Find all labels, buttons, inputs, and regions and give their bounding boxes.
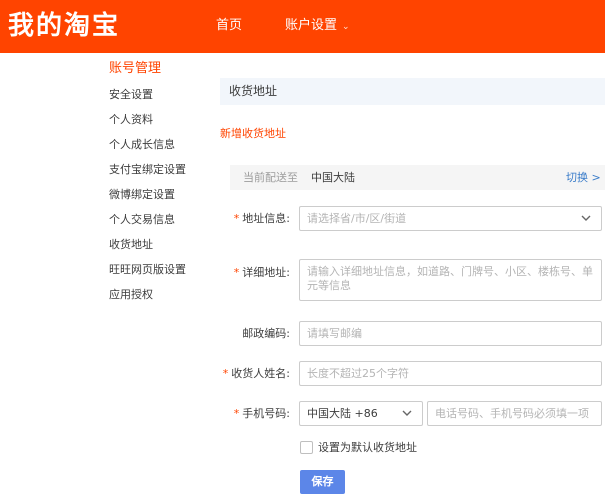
address-label-text: 地址信息:: [242, 212, 290, 225]
top-header: 我的淘宝 首页 账户设置 ⌄: [0, 0, 605, 53]
detail-label: * 详细地址:: [234, 266, 290, 280]
detail-address-textarea[interactable]: 请输入详细地址信息，如道路、门牌号、小区、楼栋号、单元等信息: [299, 259, 602, 301]
recipient-label: * 收货人姓名:: [223, 367, 290, 381]
phone-number-input[interactable]: 电话号码、手机号码必须填一项: [427, 401, 602, 426]
required-mark: *: [233, 266, 240, 279]
postal-label: 邮政编码:: [242, 327, 290, 340]
sidebar-item-weibo-binding[interactable]: 微博绑定设置: [109, 188, 175, 202]
recipient-name-input[interactable]: 长度不超过25个字符: [299, 361, 602, 386]
switch-region-link[interactable]: 切换 >: [566, 171, 601, 184]
nav-home[interactable]: 首页: [216, 17, 242, 35]
required-mark: *: [233, 212, 240, 225]
default-address-checkbox[interactable]: [300, 441, 313, 454]
phone-region-select[interactable]: 中国大陆 +86: [299, 401, 423, 426]
section-title: 收货地址: [229, 84, 278, 98]
delivery-region-bar: 当前配送至 中国大陆 切换 >: [230, 165, 605, 190]
nav-account-settings-label: 账户设置: [285, 18, 338, 33]
detail-address-placeholder: 请输入详细地址信息，如道路、门牌号、小区、楼栋号、单元等信息: [307, 265, 593, 292]
logo[interactable]: 我的淘宝: [8, 9, 120, 43]
phone-label: * 手机号码:: [234, 407, 290, 421]
nav-account-settings[interactable]: 账户设置 ⌄: [285, 17, 350, 36]
required-mark: *: [233, 407, 240, 420]
postal-code-placeholder: 请填写邮编: [307, 327, 362, 340]
delivery-label: 当前配送至: [243, 171, 298, 184]
save-button[interactable]: 保存: [300, 470, 345, 494]
section-header: 收货地址: [220, 78, 605, 105]
sidebar-item-shipping-address[interactable]: 收货地址: [109, 238, 153, 252]
sidebar-item-app-auth[interactable]: 应用授权: [109, 288, 153, 302]
sidebar-item-profile[interactable]: 个人资料: [109, 113, 153, 127]
required-mark: *: [222, 367, 229, 380]
sidebar-item-growth-info[interactable]: 个人成长信息: [109, 138, 175, 152]
address-select-placeholder: 请选择省/市/区/街道: [307, 212, 407, 225]
phone-label-text: 手机号码:: [242, 407, 290, 420]
sidebar-item-security[interactable]: 安全设置: [109, 88, 153, 102]
chevron-down-icon: [402, 410, 412, 416]
phone-number-placeholder: 电话号码、手机号码必须填一项: [435, 407, 589, 420]
postal-code-input[interactable]: 请填写邮编: [299, 321, 602, 346]
chevron-down-icon: [581, 215, 591, 221]
sidebar-item-trade-info[interactable]: 个人交易信息: [109, 213, 175, 227]
chevron-down-icon: ⌄: [342, 22, 350, 32]
sidebar-title: 账号管理: [109, 61, 162, 76]
delivery-value: 中国大陆: [311, 171, 355, 184]
new-address-link[interactable]: 新增收货地址: [220, 127, 286, 141]
sidebar-item-alipay-binding[interactable]: 支付宝绑定设置: [109, 163, 186, 177]
address-select[interactable]: 请选择省/市/区/街道: [299, 206, 602, 231]
default-address-label[interactable]: 设置为默认收货地址: [318, 441, 417, 455]
detail-label-text: 详细地址:: [242, 266, 290, 279]
phone-region-value: 中国大陆 +86: [307, 407, 378, 420]
address-label: * 地址信息:: [234, 212, 290, 226]
recipient-label-text: 收货人姓名:: [231, 367, 290, 380]
sidebar-item-wangwang-web[interactable]: 旺旺网页版设置: [109, 263, 186, 277]
recipient-name-placeholder: 长度不超过25个字符: [307, 367, 409, 380]
